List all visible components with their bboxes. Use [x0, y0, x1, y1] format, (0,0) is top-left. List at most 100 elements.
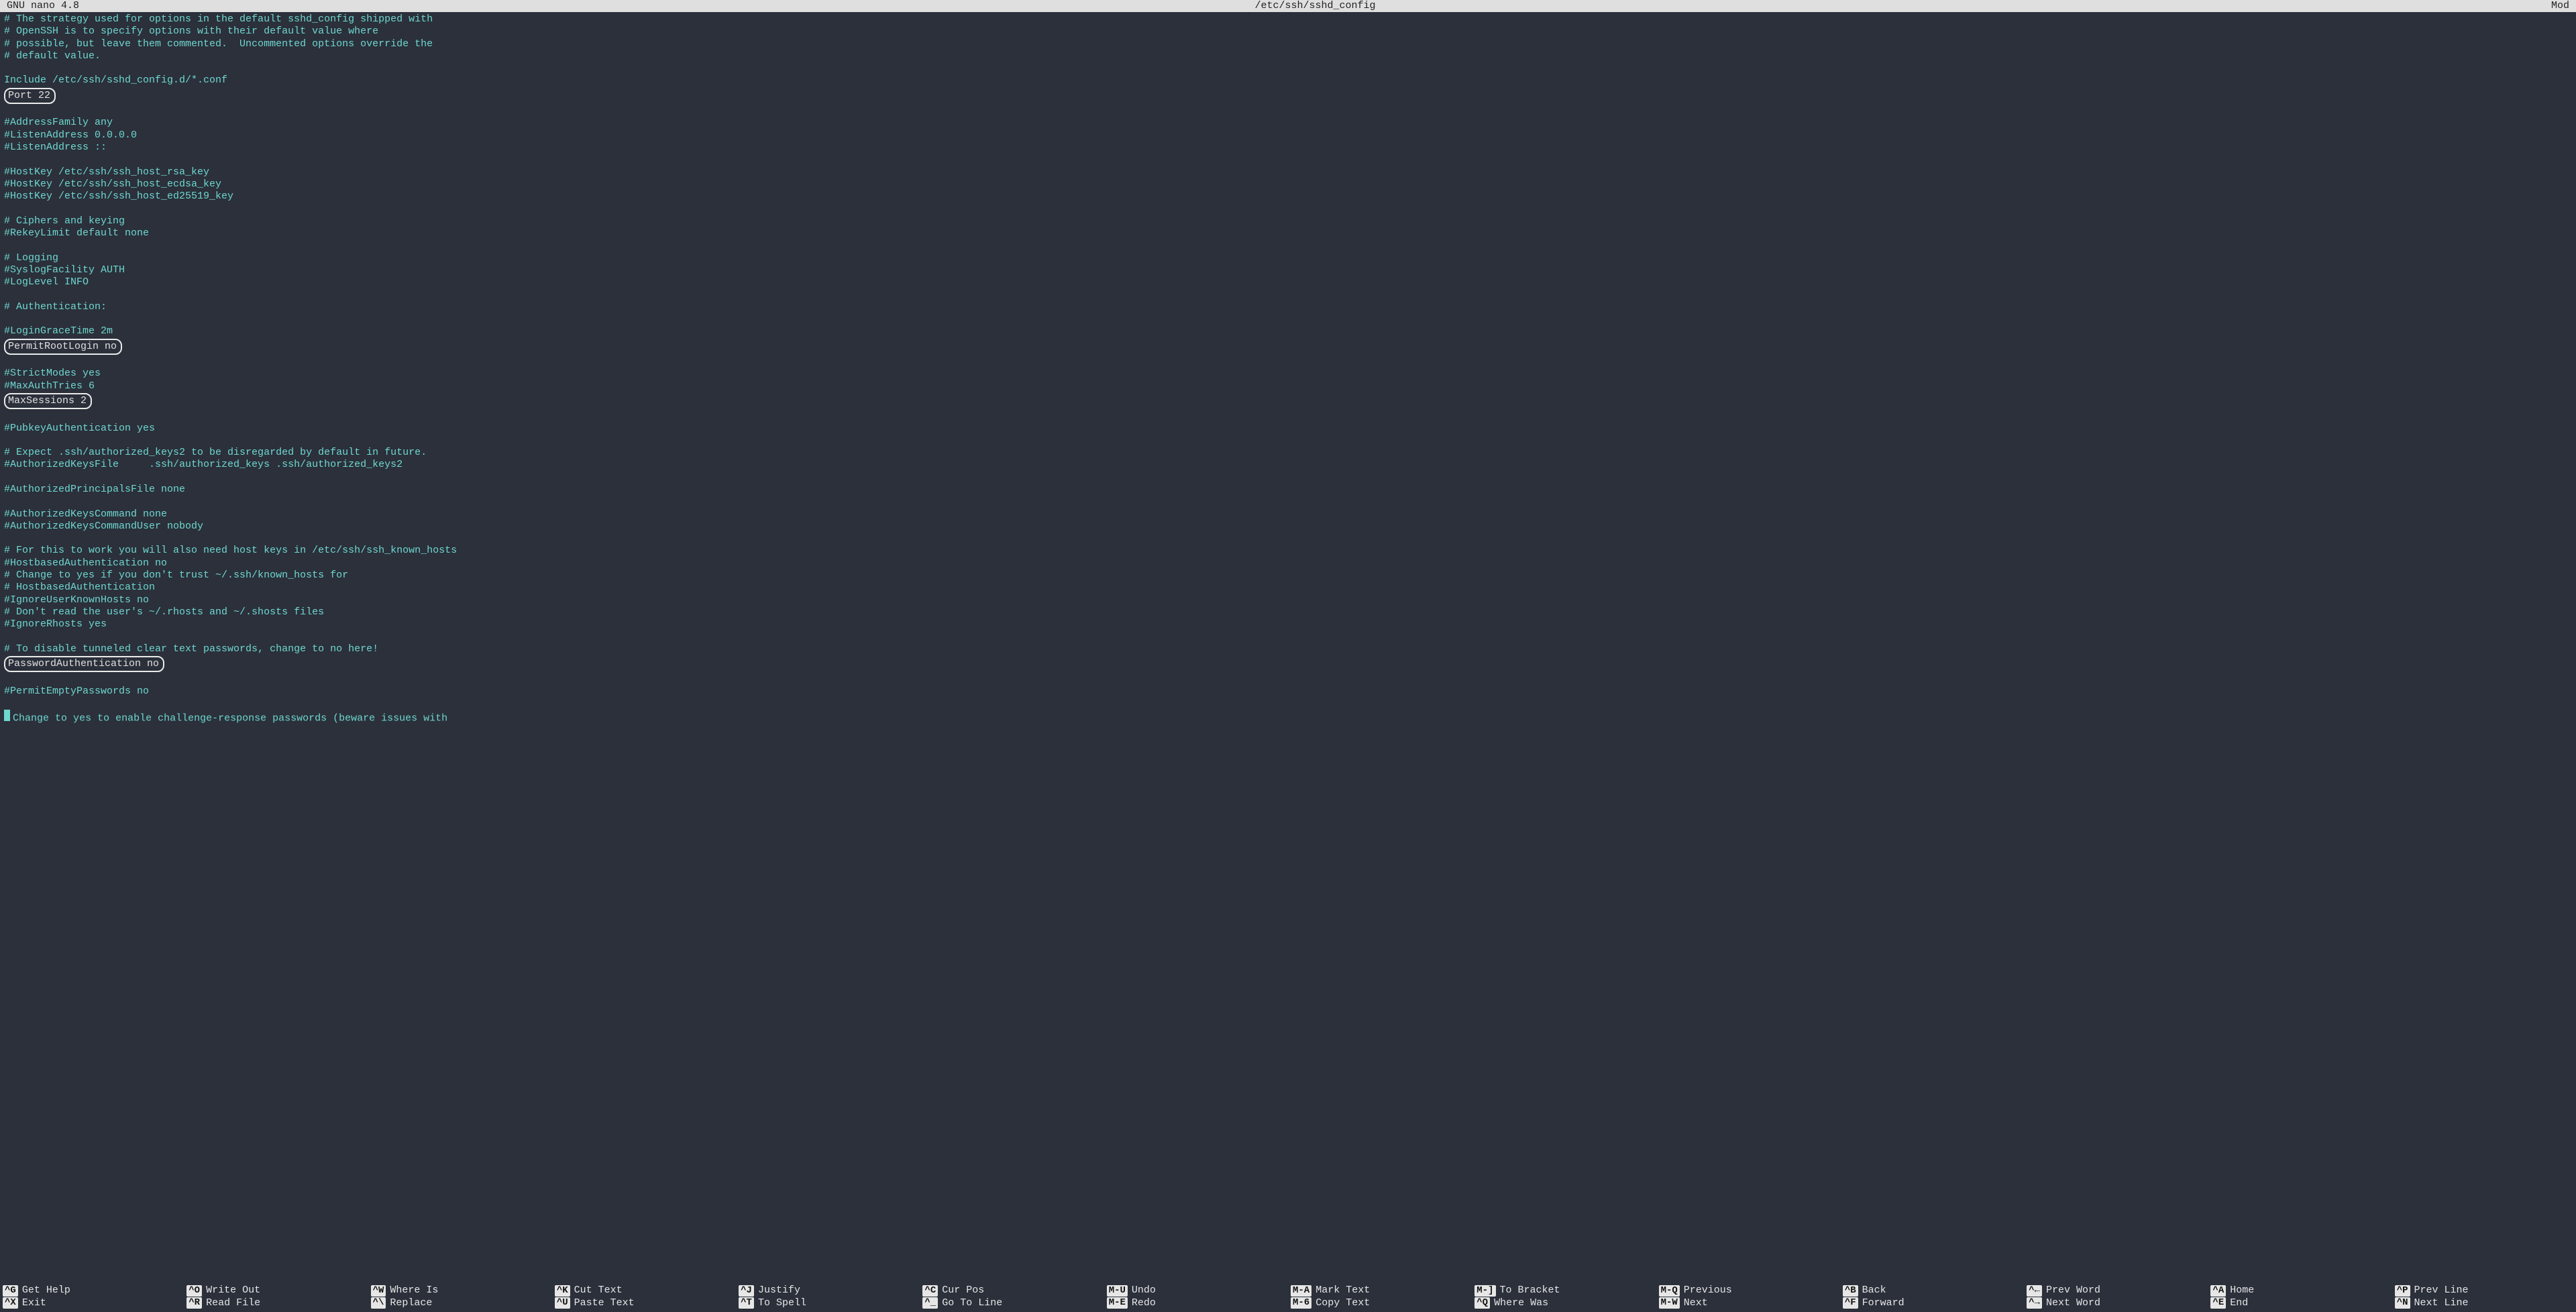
editor-line[interactable]: # Ciphers and keying [4, 215, 2572, 227]
editor-line[interactable]: # Authentication: [4, 301, 2572, 313]
shortcut-item[interactable]: M-QPrevious [1659, 1284, 1837, 1297]
editor-line[interactable]: # Don't read the user's ~/.rhosts and ~/… [4, 606, 2572, 618]
shortcut-item[interactable]: ^_Go To Line [922, 1297, 1101, 1309]
shortcut-item[interactable]: M-ERedo [1107, 1297, 1285, 1309]
editor-line[interactable]: #RekeyLimit default none [4, 227, 2572, 239]
editor-line[interactable]: # possible, but leave them commented. Un… [4, 38, 2572, 50]
editor-line[interactable] [4, 631, 2572, 643]
editor-line[interactable]: PermitRootLogin no [4, 338, 2572, 356]
editor-line[interactable]: #AddressFamily any [4, 117, 2572, 129]
highlighted-setting[interactable]: PasswordAuthentication no [4, 656, 164, 672]
editor-line[interactable]: # For this to work you will also need ho… [4, 545, 2572, 557]
editor-line[interactable]: #HostbasedAuthentication no [4, 557, 2572, 569]
editor-line[interactable]: #HostKey /etc/ssh/ssh_host_rsa_key [4, 166, 2572, 178]
editor-area[interactable]: # The strategy used for options in the d… [0, 12, 2576, 1283]
file-path: /etc/ssh/sshd_config [79, 0, 2551, 12]
shortcut-item[interactable]: ^XExit [3, 1297, 181, 1309]
editor-line[interactable] [4, 239, 2572, 252]
editor-line[interactable] [4, 410, 2572, 422]
shortcut-item[interactable]: ^UPaste Text [555, 1297, 733, 1309]
shortcut-item[interactable]: ^\Replace [371, 1297, 549, 1309]
editor-line[interactable]: #LoginGraceTime 2m [4, 325, 2572, 337]
editor-line[interactable] [4, 496, 2572, 508]
highlighted-setting[interactable]: Port 22 [4, 88, 56, 104]
shortcut-item[interactable]: M-6Copy Text [1291, 1297, 1469, 1309]
editor-line[interactable]: #HostKey /etc/ssh/ssh_host_ecdsa_key [4, 178, 2572, 190]
shortcut-item[interactable]: ^BBack [1843, 1284, 2021, 1297]
editor-line[interactable] [4, 105, 2572, 117]
editor-line[interactable]: MaxSessions 2 [4, 392, 2572, 410]
shortcut-desc: Copy Text [1316, 1297, 1370, 1309]
editor-line[interactable]: #ListenAddress :: [4, 142, 2572, 154]
editor-line[interactable]: # Expect .ssh/authorized_keys2 to be dis… [4, 447, 2572, 459]
shortcut-item[interactable]: ^←Prev Word [2027, 1284, 2205, 1297]
shortcut-item[interactable]: ^TTo Spell [739, 1297, 917, 1309]
editor-line[interactable] [4, 356, 2572, 368]
shortcut-item[interactable]: ^WWhere Is [371, 1284, 549, 1297]
shortcut-item[interactable]: M-]To Bracket [1474, 1284, 1653, 1297]
shortcut-desc: Previous [1684, 1284, 1732, 1297]
editor-line[interactable]: #PubkeyAuthentication yes [4, 423, 2572, 435]
editor-line[interactable]: #AuthorizedKeysCommandUser nobody [4, 521, 2572, 533]
editor-line[interactable]: #AuthorizedKeysFile .ssh/authorized_keys… [4, 459, 2572, 471]
editor-line[interactable]: # HostbasedAuthentication [4, 582, 2572, 594]
editor-line[interactable] [4, 472, 2572, 484]
shortcut-item[interactable]: ^AHome [2210, 1284, 2389, 1297]
shortcut-desc: Next Word [2046, 1297, 2100, 1309]
shortcut-item[interactable]: M-UUndo [1107, 1284, 1285, 1297]
editor-line[interactable] [4, 203, 2572, 215]
shortcut-item[interactable]: ^FForward [1843, 1297, 2021, 1309]
editor-line[interactable]: Change to yes to enable challenge-respon… [4, 710, 2572, 725]
shortcut-item[interactable]: ^→Next Word [2027, 1297, 2205, 1309]
editor-line[interactable]: # To disable tunneled clear text passwor… [4, 643, 2572, 655]
highlighted-setting[interactable]: PermitRootLogin no [4, 339, 122, 355]
shortcut-desc: Undo [1132, 1284, 1156, 1297]
editor-line[interactable]: # Change to yes if you don't trust ~/.ss… [4, 569, 2572, 582]
shortcut-item[interactable]: ^GGet Help [3, 1284, 181, 1297]
shortcut-item[interactable]: ^JJustify [739, 1284, 917, 1297]
shortcut-item[interactable]: ^NNext Line [2395, 1297, 2573, 1309]
shortcut-key: M-E [1107, 1297, 1128, 1309]
editor-text[interactable]: Change to yes to enable challenge-respon… [13, 713, 447, 724]
modified-status: Mod [2551, 0, 2573, 12]
shortcut-item[interactable]: M-WNext [1659, 1297, 1837, 1309]
shortcut-item[interactable]: M-AMark Text [1291, 1284, 1469, 1297]
editor-line[interactable] [4, 62, 2572, 74]
editor-line[interactable]: #HostKey /etc/ssh/ssh_host_ed25519_key [4, 190, 2572, 203]
editor-line[interactable] [4, 533, 2572, 545]
editor-line[interactable] [4, 154, 2572, 166]
editor-line[interactable] [4, 313, 2572, 325]
shortcut-item[interactable]: ^OWrite Out [186, 1284, 365, 1297]
shortcut-desc: Home [2230, 1284, 2254, 1297]
editor-line[interactable]: #PermitEmptyPasswords no [4, 686, 2572, 698]
editor-line[interactable]: #StrictModes yes [4, 368, 2572, 380]
editor-line[interactable] [4, 289, 2572, 301]
editor-line[interactable] [4, 435, 2572, 447]
editor-line[interactable]: #SyslogFacility AUTH [4, 264, 2572, 276]
editor-line[interactable]: #LogLevel INFO [4, 276, 2572, 288]
editor-line[interactable]: #ListenAddress 0.0.0.0 [4, 129, 2572, 142]
editor-line[interactable]: #AuthorizedPrincipalsFile none [4, 484, 2572, 496]
shortcut-item[interactable]: ^QWhere Was [1474, 1297, 1653, 1309]
editor-line[interactable]: # Logging [4, 252, 2572, 264]
editor-line[interactable]: PasswordAuthentication no [4, 655, 2572, 673]
editor-line[interactable]: Include /etc/ssh/sshd_config.d/*.conf [4, 74, 2572, 87]
shortcut-item[interactable]: ^CCur Pos [922, 1284, 1101, 1297]
editor-line[interactable]: #AuthorizedKeysCommand none [4, 508, 2572, 521]
shortcut-desc: To Spell [758, 1297, 806, 1309]
editor-line[interactable] [4, 698, 2572, 710]
editor-line[interactable] [4, 673, 2572, 685]
editor-line[interactable]: # OpenSSH is to specify options with the… [4, 25, 2572, 38]
highlighted-setting[interactable]: MaxSessions 2 [4, 393, 92, 409]
editor-line[interactable]: # default value. [4, 50, 2572, 62]
shortcut-desc: Paste Text [574, 1297, 635, 1309]
editor-line[interactable]: Port 22 [4, 87, 2572, 105]
shortcut-item[interactable]: ^PPrev Line [2395, 1284, 2573, 1297]
editor-line[interactable]: #IgnoreRhosts yes [4, 618, 2572, 631]
shortcut-item[interactable]: ^KCut Text [555, 1284, 733, 1297]
editor-line[interactable]: #MaxAuthTries 6 [4, 380, 2572, 392]
shortcut-item[interactable]: ^EEnd [2210, 1297, 2389, 1309]
shortcut-item[interactable]: ^RRead File [186, 1297, 365, 1309]
editor-line[interactable]: #IgnoreUserKnownHosts no [4, 594, 2572, 606]
editor-line[interactable]: # The strategy used for options in the d… [4, 13, 2572, 25]
